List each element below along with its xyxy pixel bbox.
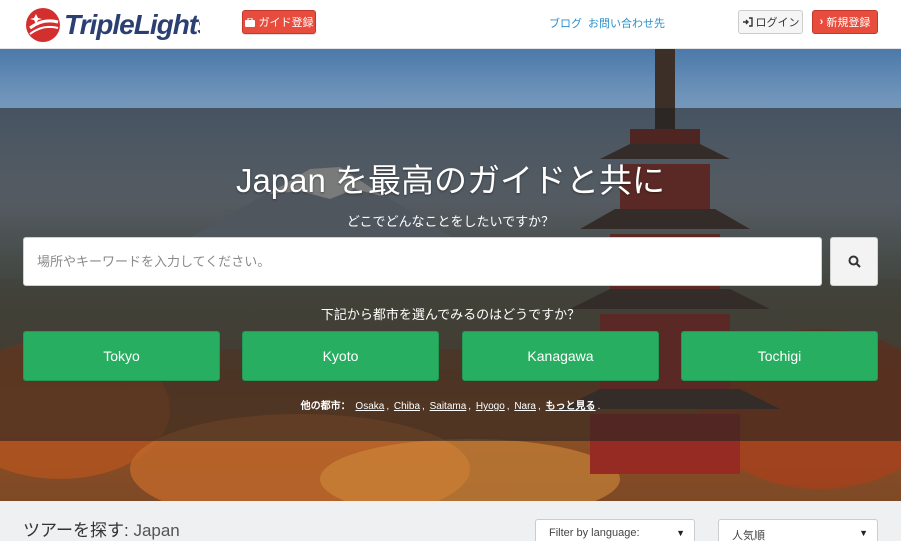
search-input[interactable] <box>23 237 822 286</box>
language-filter-select[interactable]: Filter by language: ▼ <box>535 519 695 541</box>
city-button-kyoto[interactable]: Kyoto <box>242 331 439 381</box>
hero-title: Japan を最高のガイドと共に <box>235 162 666 199</box>
chevron-right-icon: › <box>819 16 824 28</box>
city-link-nara[interactable]: Nara <box>514 401 536 412</box>
login-label: ログイン <box>755 17 800 29</box>
cities-question: 下記から都市を選んでみるのはどうですか？ <box>320 307 581 322</box>
blog-link[interactable]: ブログ <box>549 15 582 31</box>
login-button[interactable]: ログイン <box>738 10 803 34</box>
guide-register-button[interactable]: ガイド登録 <box>242 10 316 34</box>
triplelights-logo[interactable]: TripleLights <box>24 4 200 46</box>
sign-in-icon <box>742 17 753 27</box>
more-cities-link[interactable]: もっと見る <box>546 401 596 412</box>
other-cities-list: 他の都市： Osaka, Chiba, Saitama, Hyogo, Nara… <box>300 401 601 412</box>
sort-select[interactable]: 人気順 ▼ <box>718 519 878 541</box>
city-button-kanagawa[interactable]: Kanagawa <box>462 331 659 381</box>
search-icon <box>848 255 861 268</box>
logo-text: TripleLights <box>64 9 200 40</box>
signup-button[interactable]: › 新規登録 <box>812 10 878 34</box>
contact-link[interactable]: お問い合わせ先 <box>588 15 665 31</box>
signup-label: 新規登録 <box>826 17 871 29</box>
city-link-chiba[interactable]: Chiba <box>394 401 420 412</box>
guide-register-label: ガイド登録 <box>258 17 314 29</box>
tours-heading: ツアーを探す: Japan <box>23 516 180 541</box>
city-link-saitama[interactable]: Saitama <box>430 401 467 412</box>
city-link-hyogo[interactable]: Hyogo <box>476 401 505 412</box>
city-button-tokyo[interactable]: Tokyo <box>23 331 220 381</box>
language-filter-value: Filter by language: <box>549 527 640 539</box>
tours-heading-prefix: ツアーを探す: <box>23 521 129 540</box>
logo-emblem-icon <box>26 8 60 42</box>
tours-location: Japan <box>133 521 180 540</box>
briefcase-icon <box>244 17 255 27</box>
search-button[interactable] <box>830 237 878 286</box>
sort-select-value: 人気順 <box>732 530 765 541</box>
caret-down-icon: ▼ <box>859 528 868 538</box>
other-cities-label: 他の都市： <box>300 401 351 412</box>
city-link-osaka[interactable]: Osaka <box>355 401 384 412</box>
top-header: TripleLights ガイド登録 ブログ お問い合わせ先 ログイン › 新規… <box>0 0 901 49</box>
caret-down-icon: ▼ <box>676 528 685 538</box>
city-button-tochigi[interactable]: Tochigi <box>681 331 878 381</box>
hero-section: Japan を最高のガイドと共に どこでどんなことをしたいですか？ 下記から都市… <box>0 49 901 501</box>
hero-subtitle: どこでどんなことをしたいですか？ <box>346 214 555 229</box>
